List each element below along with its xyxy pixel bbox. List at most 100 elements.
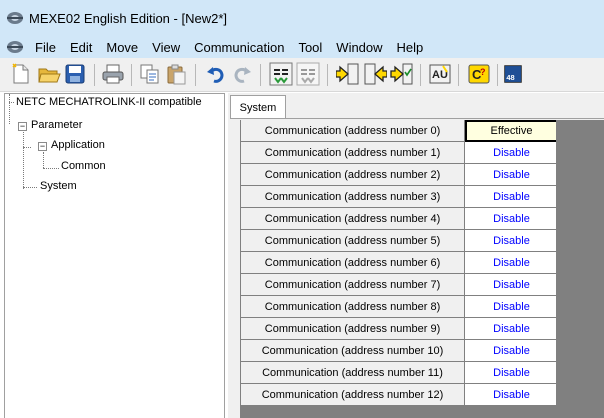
new-file-button[interactable] [8,61,34,87]
compare-disabled-icon [296,62,320,86]
row-value[interactable]: Disable [465,208,558,230]
row-value[interactable]: Disable [465,384,558,406]
paste-button[interactable] [163,61,189,87]
parameter-grid: Communication (address number 0) Effecti… [240,120,558,418]
row-label: Communication (address number 11) [241,362,465,384]
tab-system-label: System [239,101,277,114]
row-label: Communication (address number 12) [241,384,465,406]
paste-icon [167,64,186,85]
row-label: Communication (address number 10) [241,340,465,362]
toolbar-separator [195,64,196,86]
new-file-icon [12,63,29,84]
table-row: Communication (address number 5) Disable [241,230,559,252]
toolbar-separator [458,64,459,86]
title-bar: MEXE02 English Edition - [New2*] [0,0,604,36]
open-button[interactable] [36,61,62,87]
tree-connector [9,94,10,124]
tree-item-application[interactable]: Application [51,139,105,151]
row-label: Communication (address number 1) [241,142,465,164]
verify-icon [390,63,413,85]
collapse-application-icon[interactable]: − [38,142,47,151]
table-row: Communication (address number 8) Disable [241,296,559,318]
toolbar-separator [327,64,328,86]
tree-item-common[interactable]: Common [61,160,106,172]
data-transfer-button[interactable]: AU [427,61,453,87]
menu-window[interactable]: Window [329,40,389,55]
row-label: Communication (address number 0) [241,120,465,142]
tree-item-system[interactable]: System [40,180,77,192]
tree-connector [23,126,24,189]
row-value[interactable]: Disable [465,296,558,318]
read-from-device-button[interactable] [335,61,361,87]
row-label: Communication (address number 6) [241,252,465,274]
row-value[interactable]: Disable [465,164,558,186]
table-row: Communication (address number 0) Effecti… [241,120,559,142]
row-value[interactable]: Disable [465,340,558,362]
collapse-parameter-icon[interactable]: − [18,122,27,131]
tree-item-parameter[interactable]: Parameter [31,119,82,131]
menu-help[interactable]: Help [390,40,431,55]
tree-connector [23,187,37,188]
table-row: Communication (address number 9) Disable [241,318,559,340]
table-row: Communication (address number 2) Disable [241,164,559,186]
toolbar-separator [420,64,421,86]
table-row: Communication (address number 1) Disable [241,142,559,164]
print-icon [102,64,124,84]
menu-move[interactable]: Move [99,40,145,55]
data-transfer-icon: AU [429,64,451,84]
unit-settings-icon: C ? [468,64,490,84]
undo-icon [207,67,224,83]
unit-settings-button[interactable]: C ? [466,61,492,87]
toolbar-separator [497,64,498,86]
tree-connector [23,147,31,148]
row-label: Communication (address number 9) [241,318,465,340]
menu-communication[interactable]: Communication [187,40,291,55]
table-row: Communication (address number 6) Disable [241,252,559,274]
svg-text:?: ? [480,67,486,77]
save-button[interactable] [62,61,88,87]
grid-empty-area [556,120,604,418]
verify-button[interactable] [389,61,415,87]
tree-item-root[interactable]: NETC MECHATROLINK-II compatible [16,96,202,108]
row-value[interactable]: Effective [465,120,558,142]
compare-icon [269,62,293,86]
row-value[interactable]: Disable [465,274,558,296]
menu-file[interactable]: File [28,40,63,55]
mexe-app-icon [7,12,23,24]
undo-button[interactable] [203,61,229,87]
editor-pane: System Communication (address number 0) … [228,93,604,418]
redo-button[interactable] [229,61,255,87]
table-row: Communication (address number 12) Disabl… [241,384,559,406]
read-from-device-icon [336,63,359,85]
row-label: Communication (address number 4) [241,208,465,230]
print-button[interactable] [100,61,126,87]
toolbar-separator [131,64,132,86]
more-icon: 48 [504,65,522,83]
compare-button[interactable] [268,61,294,87]
write-to-device-button[interactable] [362,61,388,87]
row-label: Communication (address number 3) [241,186,465,208]
row-value[interactable]: Disable [465,230,558,252]
menu-view[interactable]: View [145,40,187,55]
tab-content: Communication (address number 0) Effecti… [230,118,604,418]
row-value[interactable]: Disable [465,186,558,208]
menu-edit[interactable]: Edit [63,40,99,55]
row-value[interactable]: Disable [465,252,558,274]
more-toolbar-button[interactable]: 48 [503,61,523,87]
row-label: Communication (address number 7) [241,274,465,296]
menu-tool[interactable]: Tool [291,40,329,55]
row-value[interactable]: Disable [465,362,558,384]
copy-icon [140,64,159,84]
save-icon [65,64,85,84]
navigation-tree: NETC MECHATROLINK-II compatible − Parame… [4,93,225,418]
redo-icon [234,67,251,83]
write-to-device-icon [364,63,387,85]
copy-button[interactable] [137,61,163,87]
document-system-menu-icon[interactable] [6,40,24,54]
tab-system[interactable]: System [230,95,286,119]
table-row: Communication (address number 4) Disable [241,208,559,230]
table-row: Communication (address number 3) Disable [241,186,559,208]
row-value[interactable]: Disable [465,142,558,164]
row-value[interactable]: Disable [465,318,558,340]
compare-all-button[interactable] [295,61,321,87]
